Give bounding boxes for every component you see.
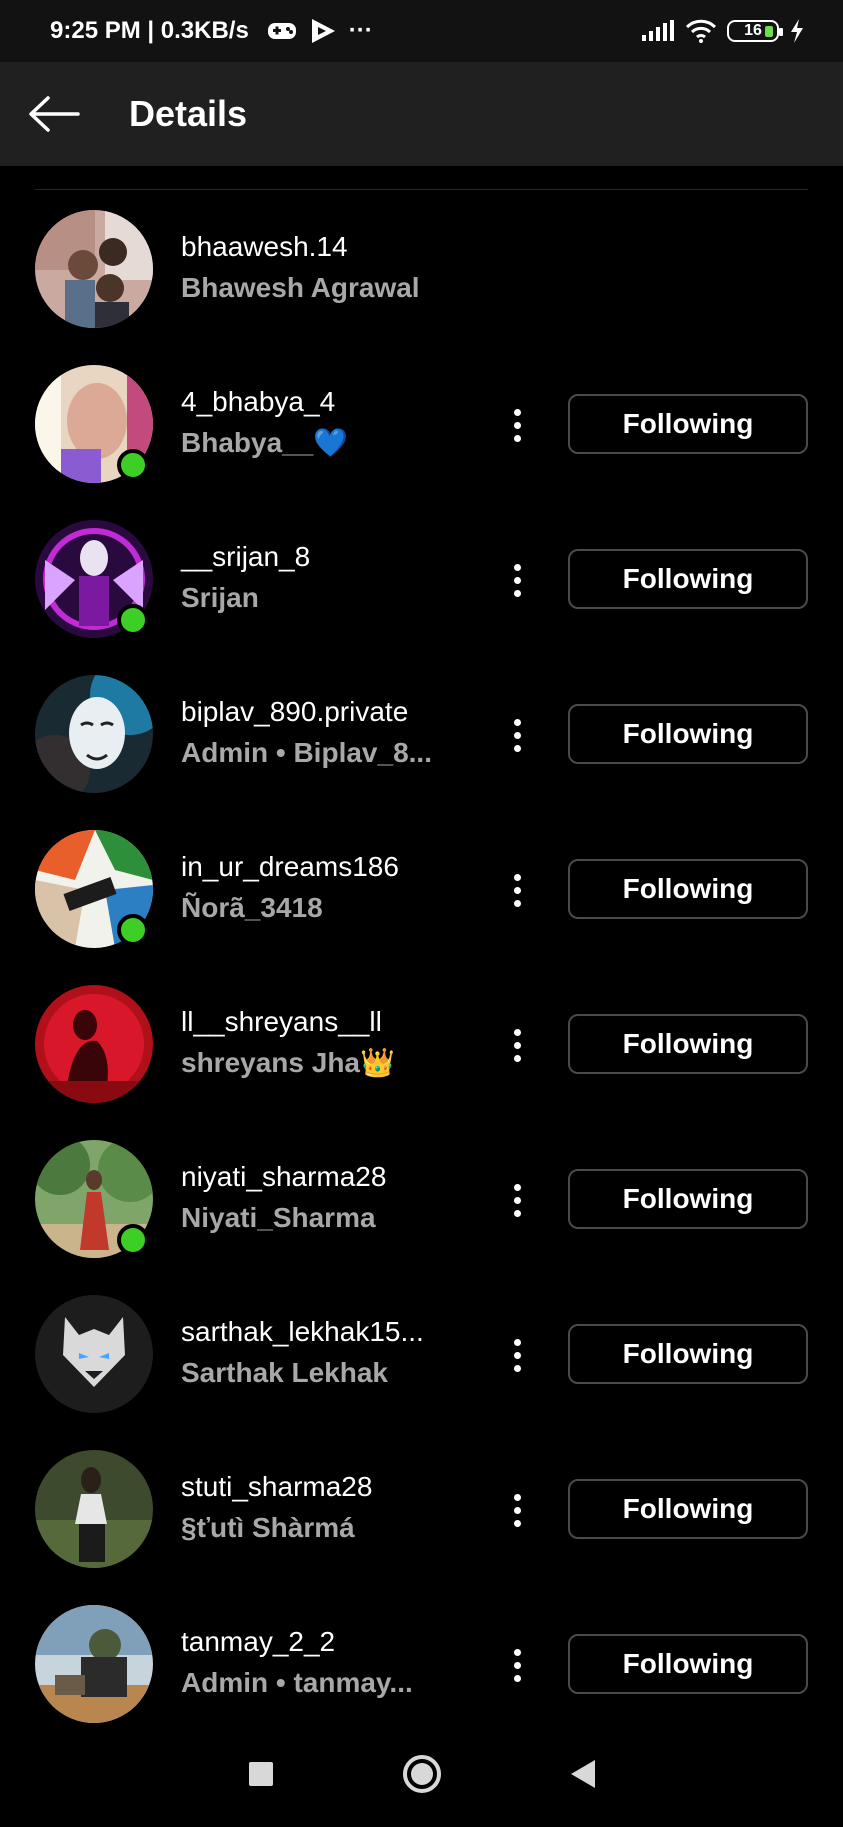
list-item[interactable]: biplav_890.private Admin • Biplav_8... F… [0, 655, 843, 810]
home-button[interactable] [402, 1754, 441, 1793]
battery-icon: 16 [727, 20, 783, 42]
following-button[interactable]: Following [568, 704, 808, 764]
more-options-button[interactable] [500, 1641, 534, 1689]
avatar[interactable] [35, 985, 153, 1103]
more-options-button[interactable] [500, 711, 534, 759]
full-name: Niyati_Sharma [181, 1202, 376, 1233]
following-button[interactable]: Following [568, 1634, 808, 1694]
avatar[interactable] [35, 210, 153, 328]
list-item[interactable]: __srijan_8 Srijan Following [0, 500, 843, 655]
more-options-button[interactable] [500, 401, 534, 449]
following-button[interactable]: Following [568, 394, 808, 454]
list-item[interactable]: 4_bhabya_4 Bhabya__💙 Following [0, 345, 843, 500]
username: stuti_sharma28 [181, 1471, 373, 1502]
list-item[interactable]: ll__shreyans__ll shreyans Jha👑 Following [0, 965, 843, 1120]
top-app-bar: Details [0, 62, 843, 166]
username: tanmay_2_2 [181, 1626, 336, 1657]
full-name: Srijan [181, 582, 259, 613]
list-item[interactable]: niyati_sharma28 Niyati_Sharma Following [0, 1120, 843, 1275]
status-time: 9:25 PM | 0.3KB/s [50, 17, 249, 44]
online-status-dot [117, 604, 149, 636]
play-icon [311, 19, 335, 43]
list-item[interactable]: stuti_sharma28 §ťutì Shàrmá Following [0, 1430, 843, 1585]
more-status-icon: ··· [348, 17, 373, 44]
username: in_ur_dreams186 [181, 851, 399, 882]
more-options-button[interactable] [500, 866, 534, 914]
following-button[interactable]: Following [568, 859, 808, 919]
following-button[interactable]: Following [568, 1014, 808, 1074]
username: __srijan_8 [181, 541, 311, 572]
full-name: §ťutì Shàrmá [181, 1512, 355, 1543]
list-item[interactable]: sarthak_lekhak15... Sarthak Lekhak Follo… [0, 1275, 843, 1430]
list-item[interactable]: in_ur_dreams186 Ñorã_3418 Following [0, 810, 843, 965]
wifi-icon [685, 19, 717, 43]
full-name: Sarthak Lekhak [181, 1357, 388, 1388]
avatar[interactable] [35, 675, 153, 793]
more-options-button[interactable] [500, 1486, 534, 1534]
back-nav-button[interactable] [570, 1759, 595, 1788]
full-name: Bhawesh Agrawal [181, 272, 420, 303]
more-options-button[interactable] [500, 556, 534, 604]
charging-icon [791, 19, 803, 43]
following-button[interactable]: Following [568, 1479, 808, 1539]
page-title: Details [129, 93, 248, 134]
full-name: shreyans Jha👑 [181, 1047, 395, 1078]
online-status-dot [117, 1224, 149, 1256]
avatar[interactable] [35, 1450, 153, 1568]
list-item[interactable]: bhaawesh.14 Bhawesh Agrawal [0, 190, 843, 345]
full-name: Bhabya__💙 [181, 427, 349, 458]
username: niyati_sharma28 [181, 1161, 387, 1192]
full-name: Admin • Biplav_8... [181, 737, 432, 768]
more-options-button[interactable] [500, 1021, 534, 1069]
username: ll__shreyans__ll [181, 1006, 382, 1037]
online-status-dot [117, 914, 149, 946]
list-item[interactable]: tanmay_2_2 Admin • tanmay... Following [0, 1585, 843, 1740]
arrow-left-icon [29, 96, 80, 132]
username: sarthak_lekhak15... [181, 1316, 424, 1347]
full-name: Admin • tanmay... [181, 1667, 413, 1698]
username: biplav_890.private [181, 696, 409, 727]
system-navigation-bar [0, 1720, 843, 1827]
full-name: Ñorã_3418 [181, 892, 323, 923]
following-button[interactable]: Following [568, 1169, 808, 1229]
back-button[interactable] [4, 62, 104, 166]
more-options-button[interactable] [500, 1176, 534, 1224]
more-options-button[interactable] [500, 1331, 534, 1379]
following-button[interactable]: Following [568, 549, 808, 609]
battery-level: 16 [744, 22, 762, 39]
recent-apps-button[interactable] [248, 1761, 273, 1786]
status-bar: 9:25 PM | 0.3KB/s ··· 16 [0, 0, 843, 62]
online-status-dot [117, 449, 149, 481]
following-button[interactable]: Following [568, 1324, 808, 1384]
gamepad-icon [267, 23, 296, 39]
avatar[interactable] [35, 1605, 153, 1723]
signal-icon [642, 20, 674, 41]
avatar[interactable] [35, 1295, 153, 1413]
username: bhaawesh.14 [181, 231, 348, 262]
username: 4_bhabya_4 [181, 386, 336, 417]
